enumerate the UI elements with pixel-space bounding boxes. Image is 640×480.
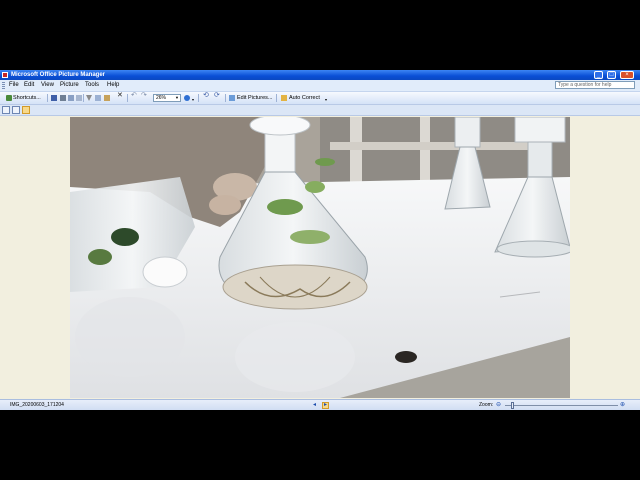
auto-correct-button[interactable]: Auto Correct (289, 95, 320, 101)
toolbar-separator (276, 94, 277, 102)
window-title: Microsoft Office Picture Manager (11, 72, 106, 78)
zoom-select-value: 26% (156, 95, 167, 101)
maximize-button[interactable]: □ (607, 71, 616, 79)
shortcuts-icon (6, 95, 12, 101)
copy-icon[interactable] (95, 95, 101, 101)
delete-icon[interactable]: ✕ (117, 92, 123, 99)
standard-toolbar: Shortcuts... ✕ ↶ ↷ 26% ▼ ▾ ⟲ ⟳ Edit Pict… (0, 92, 640, 105)
zoom-in-icon[interactable]: ⊕ (620, 402, 625, 409)
zoom-slider-track[interactable] (505, 405, 618, 406)
app-icon (2, 72, 8, 78)
auto-correct-icon (281, 95, 287, 101)
toolbar-options-chevron-icon[interactable]: ▾ (325, 97, 327, 103)
zoom-label: Zoom: (479, 402, 494, 408)
next-picture-button[interactable]: ▸ (322, 402, 329, 409)
minimize-button[interactable]: _ (594, 71, 603, 79)
picture-manager-window: Microsoft Office Picture Manager _ □ × F… (0, 70, 640, 410)
edit-pictures-button[interactable]: Edit Pictures... (237, 95, 272, 101)
menu-tools[interactable]: Tools (85, 82, 99, 89)
close-button[interactable]: × (620, 71, 634, 79)
toolbar-separator (127, 94, 128, 102)
picture-preview (70, 117, 570, 398)
zoom-out-icon[interactable]: ⊖ (496, 402, 501, 409)
print-icon[interactable] (60, 95, 66, 101)
paste-icon[interactable] (104, 95, 110, 101)
shortcuts-button[interactable]: Shortcuts... (13, 95, 41, 101)
undo-icon[interactable]: ↶ (131, 92, 137, 99)
filmstrip-view-icon[interactable] (12, 106, 20, 114)
status-filename: IMG_20200603_171204 (10, 402, 64, 408)
zoom-icon[interactable] (184, 95, 190, 101)
email-icon[interactable] (68, 95, 74, 101)
thumbnail-view-icon[interactable] (2, 106, 10, 114)
rotate-right-icon[interactable]: ⟳ (214, 92, 220, 99)
menu-picture[interactable]: Picture (60, 82, 79, 89)
redo-icon[interactable]: ↷ (141, 92, 147, 99)
toolbar-separator (198, 94, 199, 102)
zoom-select[interactable]: 26% ▼ (153, 94, 181, 102)
rotate-left-icon[interactable]: ⟲ (203, 92, 209, 99)
menu-edit[interactable]: Edit (24, 82, 34, 89)
view-toolbar (0, 105, 640, 116)
previous-picture-button[interactable]: ◂ (313, 402, 316, 409)
menu-grip-icon (2, 82, 5, 89)
status-bar: IMG_20200603_171204 ◂ ▸ Zoom: ⊖ ⊕ (0, 399, 640, 410)
save-icon[interactable] (51, 95, 57, 101)
menu-bar: File Edit View Picture Tools Help Type a… (0, 80, 640, 92)
single-picture-view-icon[interactable] (22, 106, 30, 114)
flask-photo (70, 117, 570, 398)
chevron-down-icon: ▼ (175, 95, 179, 100)
zoom-slider-thumb[interactable] (510, 402, 514, 409)
toolbar-separator (83, 94, 84, 102)
export-icon[interactable] (76, 95, 82, 101)
menu-file[interactable]: File (9, 82, 19, 89)
toolbar-separator (225, 94, 226, 102)
zoom-dropdown-chevron-icon[interactable]: ▾ (192, 97, 194, 103)
help-search-input[interactable]: Type a question for help (555, 81, 635, 89)
edit-pictures-icon (229, 95, 235, 101)
cut-icon[interactable] (86, 95, 92, 101)
menu-view[interactable]: View (41, 82, 54, 89)
title-bar[interactable]: Microsoft Office Picture Manager _ □ × (0, 70, 640, 80)
toolbar-separator (47, 94, 48, 102)
menu-help[interactable]: Help (107, 82, 119, 89)
